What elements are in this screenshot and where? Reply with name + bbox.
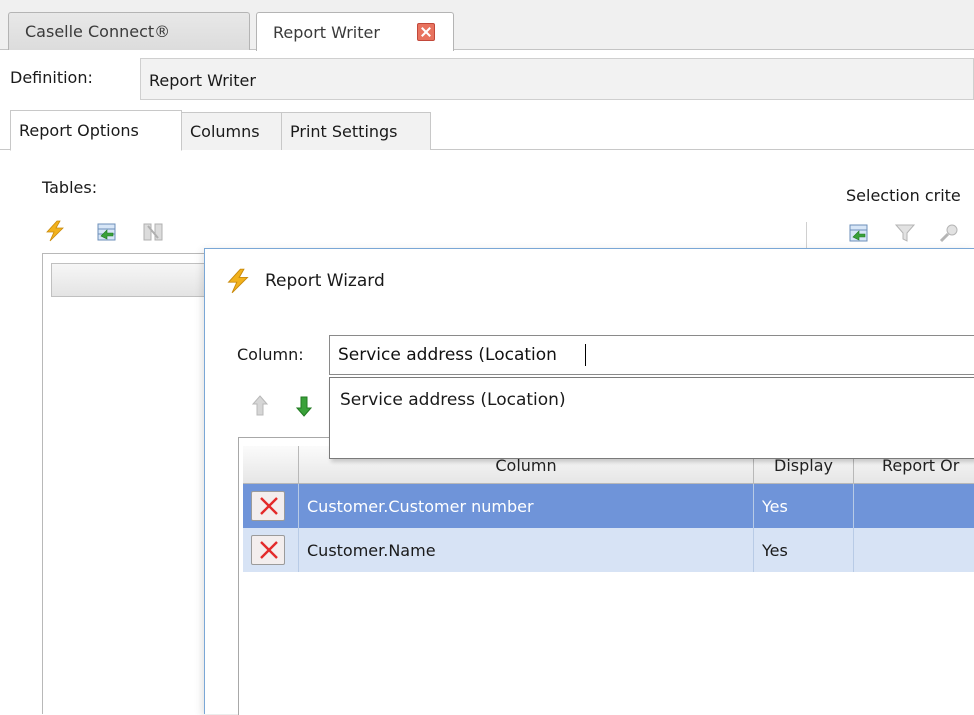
join-icon: [143, 223, 163, 241]
dialog-title: Report Wizard: [265, 271, 385, 291]
close-icon[interactable]: [417, 23, 435, 41]
definition-field[interactable]: Report Writer: [140, 58, 974, 100]
tab-print-settings[interactable]: Print Settings: [281, 112, 431, 150]
report-order-cell: [854, 484, 974, 528]
tables-label: Tables:: [42, 178, 98, 197]
tab-report-writer[interactable]: Report Writer: [256, 12, 454, 51]
add-table-icon[interactable]: [96, 221, 118, 243]
column-cell: Customer.Customer number: [299, 484, 754, 528]
tables-panel: [42, 253, 223, 714]
delete-row-button[interactable]: [251, 491, 285, 521]
action-cell: [243, 484, 299, 528]
red-x-icon: [260, 497, 278, 515]
tab-columns[interactable]: Columns: [181, 112, 282, 150]
column-input[interactable]: [329, 335, 974, 375]
tab-report-options[interactable]: Report Options: [10, 110, 182, 151]
action-cell: [243, 528, 299, 572]
delete-row-button[interactable]: [251, 535, 285, 565]
lightning-bolt-icon: [227, 268, 249, 294]
arrow-up-icon: [251, 395, 269, 416]
tab-caselle-connect[interactable]: Caselle Connect®: [8, 12, 250, 50]
report-order-cell: [854, 528, 974, 572]
autocomplete-option[interactable]: Service address (Location): [340, 390, 566, 410]
columns-grid: Column Display Report Or Customer.Custom…: [238, 437, 974, 715]
table-row[interactable]: Customer.Name Yes: [243, 528, 974, 572]
definition-row: Definition: Report Writer: [0, 58, 974, 102]
tab-label: Caselle Connect®: [25, 22, 171, 41]
options-tab-bar: Report Options Columns Print Settings: [0, 110, 974, 151]
autocomplete-dropdown: Service address (Location): [329, 377, 974, 459]
table-row[interactable]: Customer.Customer number Yes: [243, 484, 974, 528]
text-caret: [585, 344, 586, 366]
header-action: [243, 446, 299, 484]
selection-criteria-label: Selection crite: [846, 186, 961, 205]
document-tab-bar: Caselle Connect® Report Writer: [0, 0, 974, 51]
definition-label: Definition:: [10, 68, 93, 87]
red-x-icon: [260, 541, 278, 559]
display-cell: Yes: [754, 484, 854, 528]
key-icon: [939, 224, 958, 243]
report-wizard-dialog: Report Wizard Column: Service address (L…: [204, 248, 974, 715]
add-criteria-icon[interactable]: [848, 222, 870, 244]
lightning-bolt-icon[interactable]: [44, 220, 66, 242]
display-cell: Yes: [754, 528, 854, 572]
filter-icon: [894, 224, 916, 242]
tab-label: Report Writer: [273, 22, 380, 42]
column-label: Column:: [237, 345, 304, 364]
column-cell: Customer.Name: [299, 528, 754, 572]
tables-grid-header: [51, 263, 223, 297]
arrow-down-icon[interactable]: [293, 393, 315, 419]
